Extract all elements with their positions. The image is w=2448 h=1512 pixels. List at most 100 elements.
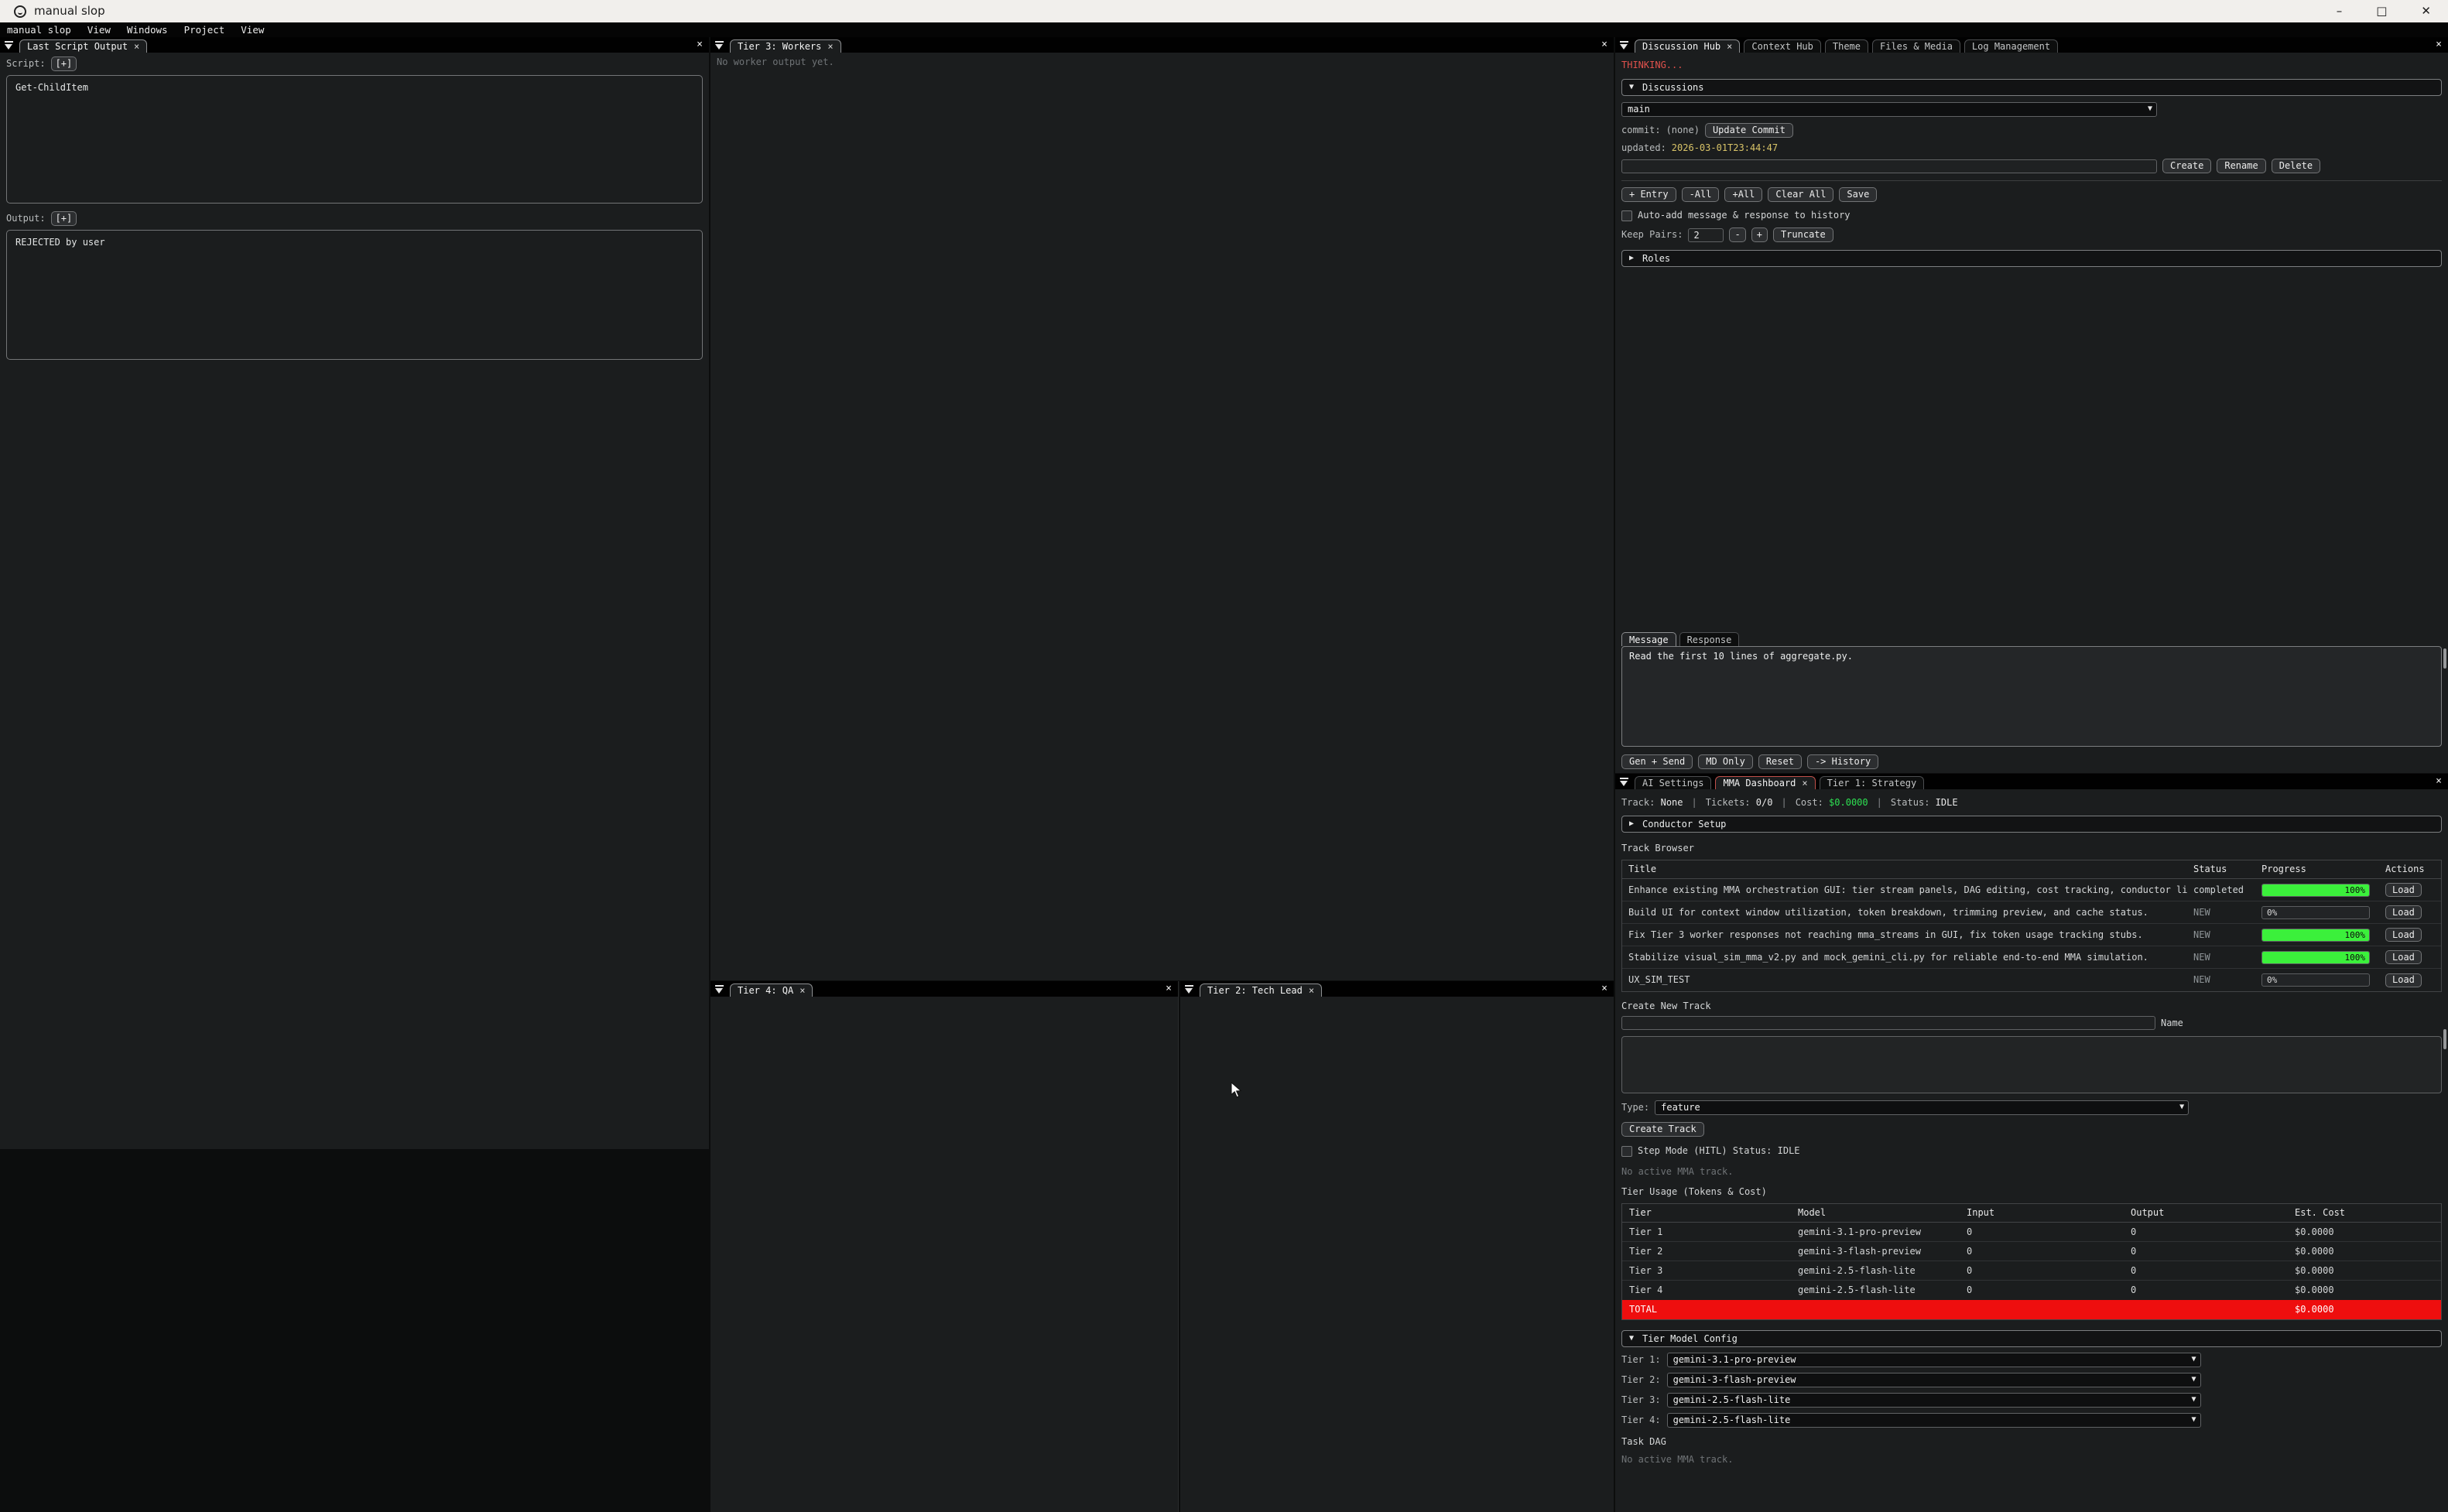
panel-tab[interactable]: Context Hub× bbox=[1744, 39, 1820, 53]
panel-close-icon[interactable]: × bbox=[1601, 983, 1607, 995]
panel-tab[interactable]: AI Settings× bbox=[1635, 776, 1711, 789]
minimize-button[interactable]: – bbox=[2337, 4, 2343, 19]
close-button[interactable]: ✕ bbox=[2421, 4, 2431, 19]
tab-close-icon[interactable]: × bbox=[827, 41, 833, 53]
panel-tab[interactable]: MMA Dashboard× bbox=[1715, 776, 1815, 789]
tab-close-icon[interactable]: × bbox=[1727, 41, 1732, 53]
panel-close-icon[interactable]: × bbox=[2436, 39, 2442, 51]
track-row[interactable]: Build UI for context window utilization,… bbox=[1622, 901, 2441, 924]
status-stat: Status: IDLE bbox=[1868, 797, 1958, 809]
panel-tab[interactable]: Tier 4: QA× bbox=[730, 983, 813, 997]
panel-menu-icon[interactable] bbox=[715, 41, 724, 50]
discussion-action-button[interactable]: Gen + Send bbox=[1621, 754, 1693, 769]
conductor-setup-header[interactable]: ▶ Conductor Setup bbox=[1621, 816, 2442, 833]
tier-model-select[interactable]: gemini-3.1-pro-preview ▼ bbox=[1667, 1353, 2201, 1367]
track-type-select[interactable]: feature ▼ bbox=[1655, 1100, 2189, 1115]
truncate-button[interactable]: Truncate bbox=[1773, 227, 1833, 242]
panel-menu-icon[interactable] bbox=[715, 985, 724, 994]
tab-close-icon[interactable]: × bbox=[1309, 985, 1314, 997]
mouse-cursor bbox=[1231, 1082, 1242, 1098]
panel-menu-icon[interactable] bbox=[5, 41, 13, 50]
load-button[interactable]: Load bbox=[2385, 973, 2422, 987]
progress-bar: 100% bbox=[2261, 929, 2370, 942]
entry-button[interactable]: -All bbox=[1682, 187, 1720, 202]
discussion-name-button[interactable]: Rename bbox=[2217, 159, 2265, 173]
commit-value: (none) bbox=[1666, 125, 1700, 136]
message-tab[interactable]: Response bbox=[1679, 632, 1740, 646]
menu-item[interactable]: View bbox=[87, 24, 111, 36]
panel-tab[interactable]: Files & Media× bbox=[1872, 39, 1960, 53]
load-button[interactable]: Load bbox=[2385, 883, 2422, 897]
scrollbar-thumb[interactable] bbox=[2443, 1029, 2446, 1049]
tab-close-icon[interactable]: × bbox=[799, 985, 805, 997]
discussion-action-button[interactable]: Reset bbox=[1758, 754, 1802, 769]
panel-close-icon[interactable]: × bbox=[1601, 39, 1607, 51]
panel-tab[interactable]: Tier 2: Tech Lead× bbox=[1200, 983, 1322, 997]
load-button[interactable]: Load bbox=[2385, 905, 2422, 919]
discussion-branch-select[interactable]: main ▼ bbox=[1621, 102, 2157, 117]
maximize-button[interactable]: □ bbox=[2376, 4, 2387, 19]
track-name-input[interactable] bbox=[1621, 1016, 2155, 1030]
panel-tab[interactable]: Tier 3: Workers× bbox=[730, 39, 841, 53]
discussion-name-input[interactable] bbox=[1621, 159, 2157, 173]
panel-menu-icon[interactable] bbox=[1620, 778, 1628, 786]
track-row[interactable]: Stabilize visual_sim_mma_v2.py and mock_… bbox=[1622, 946, 2441, 969]
tab-label: Tier 1: Strategy bbox=[1827, 778, 1917, 789]
panel-menu-icon[interactable] bbox=[1620, 41, 1628, 50]
output-expand-button[interactable]: [+] bbox=[51, 211, 77, 226]
step-mode-checkbox[interactable] bbox=[1621, 1146, 1632, 1157]
autoadd-checkbox[interactable] bbox=[1621, 210, 1632, 221]
message-tab[interactable]: Message bbox=[1621, 632, 1676, 646]
tier-model-select[interactable]: gemini-2.5-flash-lite ▼ bbox=[1667, 1393, 2201, 1408]
tier-model-config-header[interactable]: ▼ Tier Model Config bbox=[1621, 1330, 2442, 1347]
panel-tab[interactable]: Discussion Hub× bbox=[1635, 39, 1740, 53]
entry-button[interactable]: Save bbox=[1839, 187, 1877, 202]
panel-menu-icon[interactable] bbox=[1185, 985, 1193, 994]
output-text: REJECTED by user bbox=[15, 237, 105, 248]
load-button[interactable]: Load bbox=[2385, 950, 2422, 964]
tab-close-icon[interactable]: × bbox=[134, 41, 139, 53]
panel-tab[interactable]: Tier 1: Strategy× bbox=[1820, 776, 1925, 789]
track-description-textarea[interactable] bbox=[1621, 1036, 2442, 1093]
track-row[interactable]: Enhance existing MMA orchestration GUI: … bbox=[1622, 879, 2441, 901]
menu-item[interactable]: View bbox=[241, 24, 264, 36]
tab-close-icon[interactable]: × bbox=[1802, 778, 1807, 789]
panel-tab[interactable]: Log Management× bbox=[1964, 39, 2058, 53]
menu-item[interactable]: Windows bbox=[127, 24, 168, 36]
keep-pairs-increment-button[interactable]: + bbox=[1751, 227, 1768, 242]
keep-pairs-input[interactable] bbox=[1688, 228, 1724, 242]
discussion-action-button[interactable]: MD Only bbox=[1698, 754, 1753, 769]
tier-model-select-row: Tier 4: gemini-2.5-flash-lite ▼ bbox=[1621, 1413, 2442, 1428]
entry-button[interactable]: + Entry bbox=[1621, 187, 1676, 202]
menu-item[interactable]: Project bbox=[184, 24, 225, 36]
discussions-section-header[interactable]: ▼ Discussions bbox=[1621, 79, 2442, 96]
entry-button[interactable]: Clear All bbox=[1768, 187, 1833, 202]
scrollbar-thumb[interactable] bbox=[2443, 648, 2446, 669]
keep-pairs-decrement-button[interactable]: - bbox=[1729, 227, 1745, 242]
panel-close-icon[interactable]: × bbox=[1166, 983, 1172, 995]
track-row[interactable]: Fix Tier 3 worker responses not reaching… bbox=[1622, 924, 2441, 946]
panel-tab[interactable]: Last Script Output× bbox=[19, 39, 147, 53]
script-text-box[interactable]: Get-ChildItem bbox=[6, 75, 703, 204]
discussion-action-button[interactable]: -> History bbox=[1807, 754, 1878, 769]
roles-section-header[interactable]: ▶ Roles bbox=[1621, 250, 2442, 267]
update-commit-button[interactable]: Update Commit bbox=[1705, 123, 1793, 138]
panel-close-icon[interactable]: × bbox=[2436, 775, 2442, 788]
entry-button[interactable]: +All bbox=[1724, 187, 1762, 202]
message-textarea[interactable]: Read the first 10 lines of aggregate.py. bbox=[1621, 646, 2442, 747]
script-expand-button[interactable]: [+] bbox=[51, 56, 77, 71]
discussion-name-button[interactable]: Create bbox=[2162, 159, 2211, 173]
panel-tab-strip: Tier 4: QA× × bbox=[710, 981, 1178, 997]
output-label: Output: bbox=[6, 213, 46, 224]
panel-close-icon[interactable]: × bbox=[697, 39, 703, 51]
tier-model-select[interactable]: gemini-3-flash-preview ▼ bbox=[1667, 1373, 2201, 1387]
output-text-box[interactable]: REJECTED by user bbox=[6, 230, 703, 360]
create-track-button[interactable]: Create Track bbox=[1621, 1122, 1704, 1137]
track-row[interactable]: UX_SIM_TEST NEW 0% Load bbox=[1622, 969, 2441, 991]
chevron-down-icon: ▼ bbox=[2190, 1395, 2199, 1405]
load-button[interactable]: Load bbox=[2385, 928, 2422, 942]
menu-item[interactable]: manual slop bbox=[7, 24, 71, 36]
tier-model-select[interactable]: gemini-2.5-flash-lite ▼ bbox=[1667, 1413, 2201, 1428]
panel-tab[interactable]: Theme× bbox=[1825, 39, 1868, 53]
discussion-name-button[interactable]: Delete bbox=[2272, 159, 2320, 173]
